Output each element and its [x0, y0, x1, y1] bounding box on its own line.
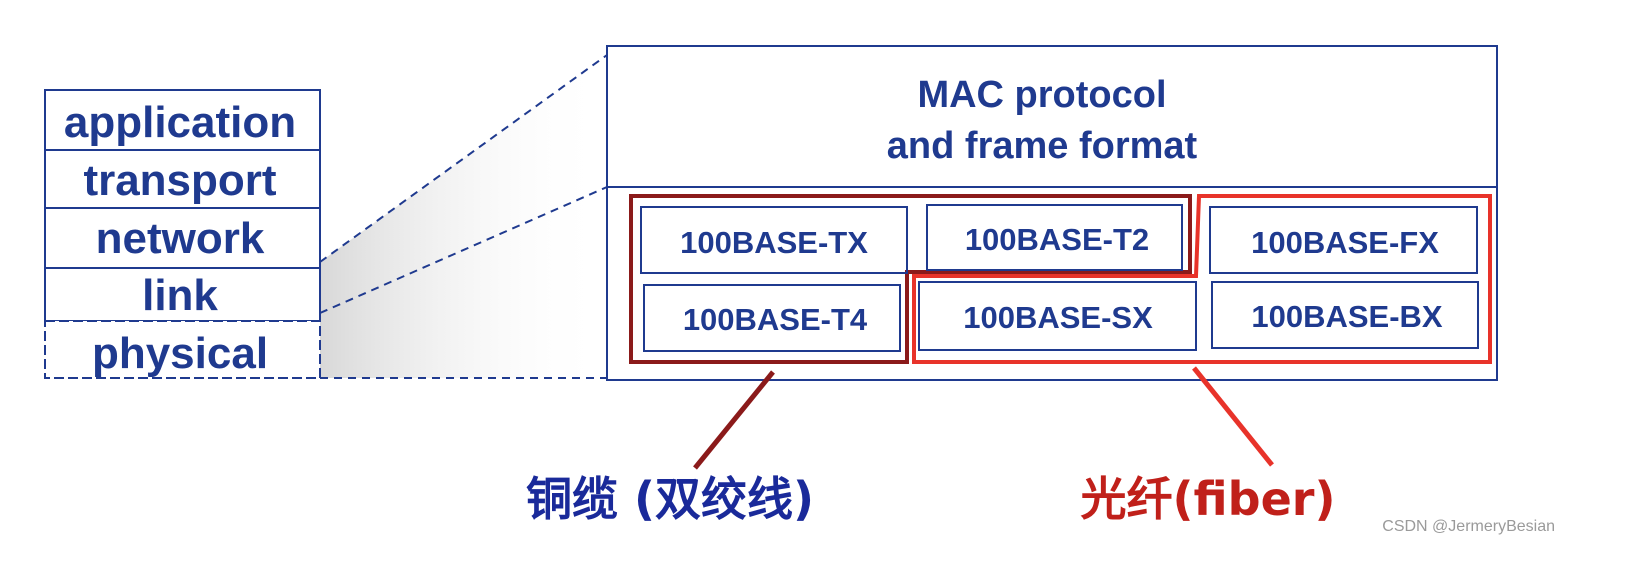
- zoom-shade: [320, 55, 607, 378]
- label-100base-sx: 100BASE-SX: [963, 300, 1153, 335]
- layer-physical: physical: [92, 329, 268, 378]
- label-100base-fx: 100BASE-FX: [1251, 225, 1439, 260]
- layer-network: network: [96, 214, 265, 263]
- copper-label: 铜缆 (双绞线): [526, 472, 814, 526]
- mac-title-line2: and frame format: [887, 125, 1198, 167]
- layer-transport: transport: [83, 156, 276, 205]
- layer-link: link: [142, 271, 218, 320]
- fiber-label: 光纤(fiber): [1081, 472, 1336, 526]
- label-100base-bx: 100BASE-BX: [1251, 299, 1443, 334]
- copper-pointer: [693, 370, 775, 470]
- label-100base-tx: 100BASE-TX: [680, 225, 868, 260]
- ethernet-physical-diagram: application transport network link physi…: [44, 45, 1555, 535]
- mac-title-line1: MAC protocol: [917, 74, 1166, 116]
- label-100base-t4: 100BASE-T4: [683, 302, 868, 337]
- layer-application: application: [64, 98, 296, 147]
- fiber-pointer: [1192, 366, 1274, 467]
- label-100base-t2: 100BASE-T2: [965, 222, 1149, 257]
- watermark: CSDN @JermeryBesian: [1382, 518, 1555, 535]
